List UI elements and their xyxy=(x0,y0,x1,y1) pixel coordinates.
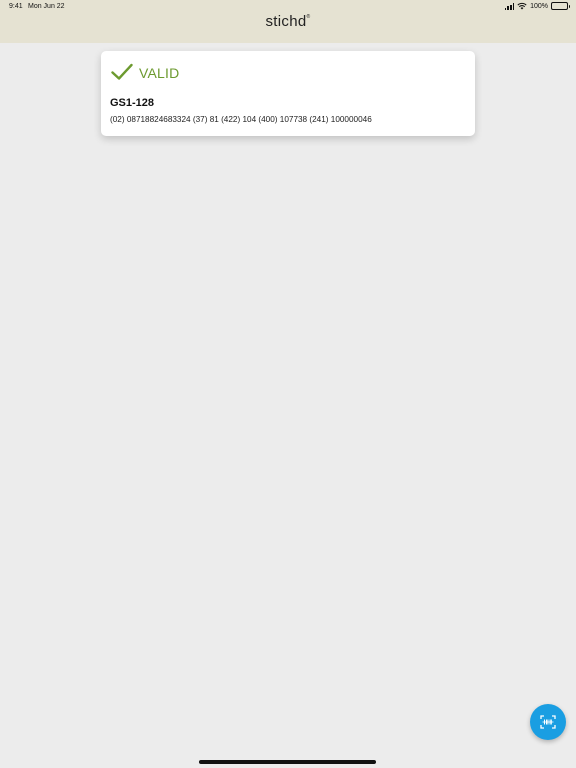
checkmark-icon xyxy=(111,63,133,80)
wifi-icon xyxy=(517,2,527,10)
status-time: 9:41 xyxy=(9,3,23,10)
status-indicators: 100% xyxy=(504,2,570,10)
battery-icon xyxy=(551,2,570,10)
app-logo: stichd® xyxy=(0,13,576,30)
scan-result-card: VALID GS1-128 (02) 08718824683324 (37) 8… xyxy=(101,51,475,136)
app-header: 9:41 Mon Jun 22 100% stichd® xyxy=(0,0,576,43)
battery-percent: 100% xyxy=(530,2,548,10)
validation-status: VALID xyxy=(139,65,180,81)
home-indicator[interactable] xyxy=(199,760,376,764)
scan-barcode-button[interactable] xyxy=(530,704,566,740)
status-date: Mon Jun 22 xyxy=(28,3,65,10)
barcode-type: GS1-128 xyxy=(110,97,155,109)
logo-text: stichd xyxy=(265,13,307,30)
logo-registered-mark: ® xyxy=(306,14,311,20)
barcode-scan-icon xyxy=(540,715,556,729)
barcode-data: (02) 08718824683324 (37) 81 (422) 104 (4… xyxy=(110,115,372,124)
cellular-signal-icon xyxy=(504,3,515,10)
